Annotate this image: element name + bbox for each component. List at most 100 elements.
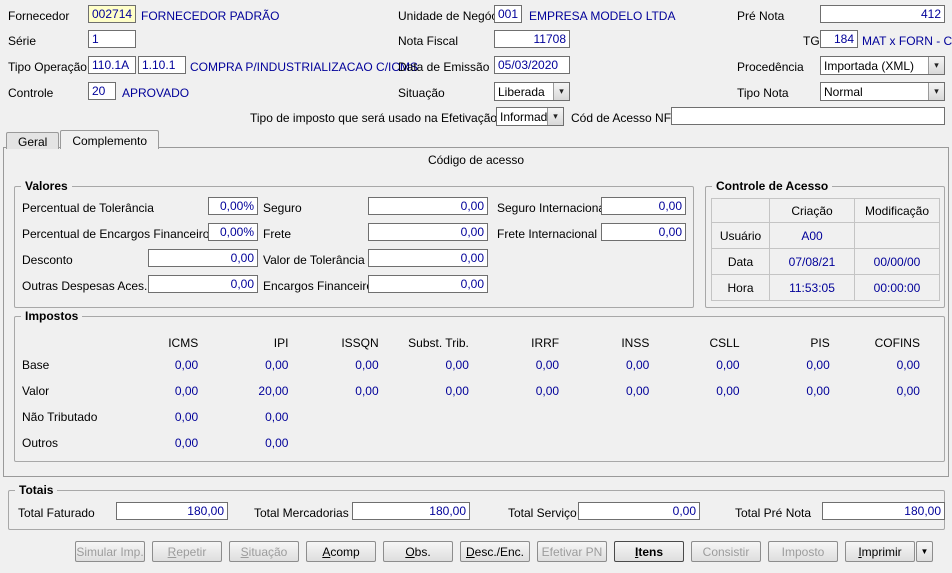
impostos-value-cell: 0,00 — [625, 384, 650, 398]
controle-input[interactable] — [88, 82, 116, 100]
total-mercadorias-label: Total Mercadorias — [254, 506, 349, 520]
impostos-value-cell — [481, 406, 571, 432]
tab-geral[interactable]: Geral — [6, 132, 60, 149]
tipo-operacao-label: Tipo Operação — [8, 60, 87, 74]
impostos-row-label-nao-tributado: Não Tributado — [22, 410, 98, 424]
impostos-value-cell — [842, 432, 932, 458]
tipo-operacao-input-2[interactable] — [138, 56, 186, 74]
tipo-operacao-description: COMPRA P/INDUSTRIALIZACAO C/ICMS — [190, 60, 419, 74]
impostos-corner-cell — [20, 332, 120, 354]
tab-complemento[interactable]: Complemento — [60, 130, 160, 149]
frete-internacional-label: Frete Internacional — [497, 227, 598, 241]
situacao-button[interactable]: Situação — [229, 541, 299, 562]
data-criacao-value: 07/08/21 — [770, 249, 855, 275]
unidade-negocio-description: EMPRESA MODELO LTDA — [529, 9, 676, 23]
impostos-value-cell — [661, 406, 751, 432]
cod-acesso-nfe-input[interactable] — [671, 107, 945, 125]
impostos-value-cell — [300, 406, 390, 432]
hora-modificacao-value: 00:00:00 — [855, 275, 940, 301]
data-row-label: Data — [712, 249, 770, 275]
simular-imp-button[interactable]: Simular Imp. — [75, 541, 145, 562]
repetir-button[interactable]: Repetir — [152, 541, 222, 562]
seguro-internacional-input[interactable] — [601, 197, 686, 215]
nota-fiscal-input[interactable] — [494, 30, 570, 48]
consistir-button[interactable]: Consistir — [691, 541, 761, 562]
serie-label: Série — [8, 34, 37, 48]
cod-acesso-nfe-label: Cód de Acesso NFe — [571, 111, 678, 125]
imprimir-button[interactable]: Imprimir — [845, 541, 915, 562]
frete-internacional-input[interactable] — [601, 223, 686, 241]
nota-fiscal-label: Nota Fiscal — [398, 34, 459, 48]
tipo-nota-label: Tipo Nota — [737, 86, 789, 100]
encargos-financeiros-input[interactable] — [368, 275, 488, 293]
tipo-nota-select[interactable]: Normal ▾ — [820, 82, 945, 101]
serie-input[interactable] — [88, 30, 136, 48]
hora-row-label: Hora — [712, 275, 770, 301]
bottom-button-bar: Simular Imp. Repetir Situação Acomp Obs.… — [75, 541, 933, 562]
itens-button[interactable]: Itens — [614, 541, 684, 562]
impostos-value-cell: 20,00 — [258, 384, 289, 398]
desconto-input[interactable] — [148, 249, 258, 267]
tipo-operacao-input-1[interactable] — [88, 56, 136, 74]
procedencia-selected-value: Importada (XML) — [824, 59, 915, 73]
impostos-value-cell — [661, 432, 751, 458]
imposto-button[interactable]: Imposto — [768, 541, 838, 562]
obs-button[interactable]: Obs. — [383, 541, 453, 562]
total-mercadorias-input[interactable] — [352, 502, 470, 520]
impostos-value-cell: 0,00 — [174, 384, 199, 398]
total-pre-nota-input[interactable] — [822, 502, 945, 520]
fornecedor-description: FORNECEDOR PADRÃO — [141, 9, 280, 23]
impostos-col-header-inss: INSS — [621, 336, 650, 350]
chevron-down-icon: ▾ — [928, 57, 944, 74]
pre-nota-label: Pré Nota — [737, 9, 785, 23]
chevron-down-icon: ▾ — [547, 108, 563, 125]
percentual-encargos-label: Percentual de Encargos Financeiros — [22, 227, 216, 241]
procedencia-select[interactable]: Importada (XML) ▾ — [820, 56, 945, 75]
total-faturado-input[interactable] — [116, 502, 228, 520]
outras-despesas-label: Outras Despesas Aces. — [22, 279, 148, 293]
total-servico-input[interactable] — [578, 502, 700, 520]
data-emissao-input[interactable] — [494, 56, 570, 74]
situacao-select[interactable]: Liberada ▾ — [494, 82, 570, 101]
impostos-value-cell — [752, 432, 842, 458]
impostos-col-header-irrf: IRRF — [531, 336, 560, 350]
unidade-negocio-input[interactable] — [494, 5, 522, 23]
percentual-encargos-input[interactable] — [208, 223, 258, 241]
tg-description: MAT x FORN - CR — [862, 34, 952, 48]
desc-enc-button[interactable]: Desc./Enc. — [460, 541, 530, 562]
impostos-value-cell: 0,00 — [806, 384, 830, 398]
seguro-label: Seguro — [263, 201, 302, 215]
fornecedor-label: Fornecedor — [8, 9, 70, 23]
acomp-button[interactable]: Acomp — [306, 541, 376, 562]
pre-nota-input[interactable] — [820, 5, 945, 23]
impostos-value-cell — [481, 432, 571, 458]
percentual-tolerancia-input[interactable] — [208, 197, 258, 215]
codigo-acesso-caption: Código de acesso — [427, 153, 525, 167]
imprimir-dropdown-icon[interactable]: ▼ — [916, 541, 933, 562]
impostos-value-cell — [391, 432, 481, 458]
modificacao-column-header: Modificação — [855, 199, 940, 223]
frete-input[interactable] — [368, 223, 488, 241]
impostos-value-cell: 0,00 — [265, 358, 289, 372]
criacao-column-header: Criação — [770, 199, 855, 223]
efetivar-pn-button[interactable]: Efetivar PN — [537, 541, 607, 562]
tipo-imposto-label: Tipo de imposto que será usado na Efetiv… — [250, 111, 498, 125]
impostos-col-header-subst-trib: Subst. Trib. — [408, 336, 469, 350]
data-modificacao-value: 00/00/00 — [855, 249, 940, 275]
valor-tolerancia-input[interactable] — [368, 249, 488, 267]
impostos-col-header-csll: CSLL — [709, 336, 740, 350]
tipo-imposto-select[interactable]: Informado ▾ — [496, 107, 564, 126]
controle-acesso-corner-cell — [712, 199, 770, 223]
impostos-col-header-pis: PIS — [810, 336, 830, 350]
impostos-value-cell: 0,00 — [896, 384, 920, 398]
impostos-value-cell: 0,00 — [535, 358, 560, 372]
tg-input[interactable] — [820, 30, 858, 48]
impostos-row-label-base: Base — [22, 358, 50, 372]
fornecedor-input[interactable] — [88, 5, 136, 23]
outras-despesas-input[interactable] — [148, 275, 258, 293]
controle-acesso-title: Controle de Acesso — [712, 179, 833, 193]
impostos-row-label-valor: Valor — [22, 384, 50, 398]
tipo-imposto-selected-value: Informado — [500, 110, 547, 124]
impostos-value-cell: 0,00 — [445, 358, 469, 372]
seguro-input[interactable] — [368, 197, 488, 215]
